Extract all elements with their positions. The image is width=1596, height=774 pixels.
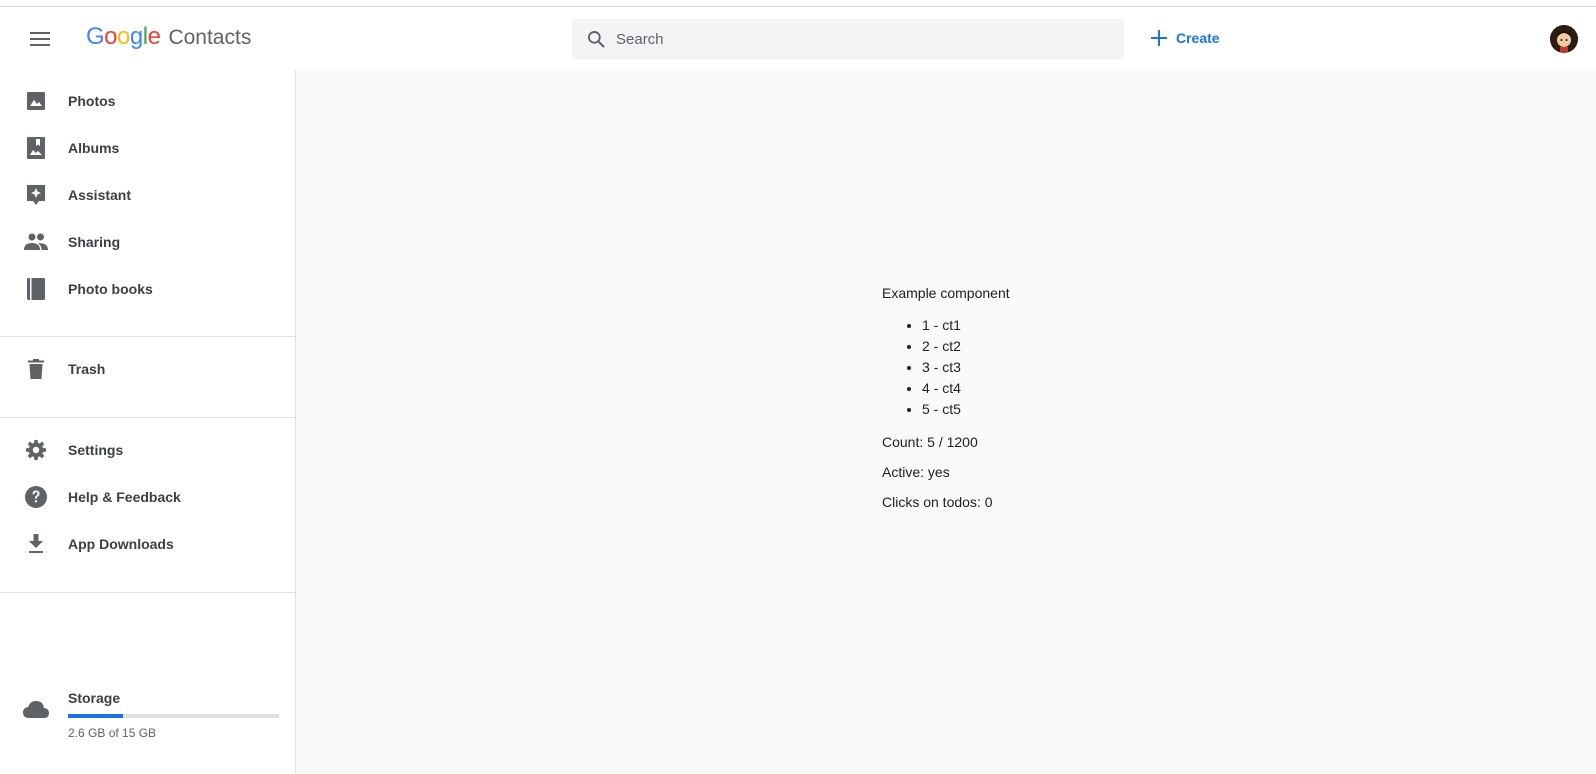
- trash-icon: [24, 357, 48, 381]
- main-content: Example component 1 - ct1 2 - ct2 3 - ct…: [296, 70, 1596, 774]
- sidebar-item-app-downloads[interactable]: App Downloads: [0, 524, 295, 564]
- todo-list: 1 - ct1 2 - ct2 3 - ct3 4 - ct4 5 - ct5: [922, 315, 1010, 420]
- example-component: Example component 1 - ct1 2 - ct2 3 - ct…: [882, 285, 1010, 524]
- cloud-icon: [23, 700, 49, 723]
- logo-letter: G: [86, 23, 105, 50]
- sidebar-item-help-feedback[interactable]: Help & Feedback: [0, 477, 295, 517]
- sidebar-item-assistant[interactable]: Assistant: [0, 175, 295, 215]
- search-icon: [588, 31, 605, 48]
- google-wordmark: Google: [86, 23, 161, 51]
- storage-progress-fill: [68, 714, 123, 718]
- sidebar-item-trash[interactable]: Trash: [0, 349, 295, 389]
- todo-count: Count: 5 / 1200: [882, 434, 978, 450]
- create-button[interactable]: Create: [1150, 19, 1220, 57]
- todo-item[interactable]: 1 - ct1: [922, 315, 1010, 336]
- search-bar[interactable]: [572, 19, 1124, 59]
- album-icon: [24, 136, 48, 160]
- sidebar-item-label: Albums: [68, 140, 120, 156]
- active-status: Active: yes: [882, 464, 950, 480]
- storage-panel[interactable]: Storage 2.6 GB of 15 GB: [0, 684, 295, 744]
- todo-item[interactable]: 3 - ct3: [922, 357, 1010, 378]
- app-header: Google Contacts Create: [0, 7, 1596, 70]
- storage-detail: 2.6 GB of 15 GB: [68, 726, 157, 740]
- product-name: Contacts: [168, 26, 252, 49]
- sidebar-item-sharing[interactable]: Sharing: [0, 222, 295, 262]
- sidebar-item-label: Settings: [68, 442, 124, 458]
- sidebar-item-photo-books[interactable]: Photo books: [0, 269, 295, 309]
- sidebar-item-label: App Downloads: [68, 536, 174, 552]
- logo-letter: g: [129, 23, 143, 50]
- sidebar-item-label: Assistant: [68, 187, 132, 203]
- sidebar-item-label: Trash: [68, 361, 106, 377]
- main-menu-button[interactable]: [24, 23, 56, 55]
- clicks-counter: Clicks on todos: 0: [882, 494, 993, 510]
- storage-title: Storage: [68, 690, 121, 706]
- photo-icon: [24, 89, 48, 113]
- plus-icon: [1151, 30, 1167, 46]
- sidebar-divider: [0, 417, 295, 418]
- todo-item[interactable]: 4 - ct4: [922, 378, 1010, 399]
- storage-progress-bar: [68, 714, 279, 718]
- logo-letter: e: [147, 23, 161, 50]
- logo-letter: o: [117, 23, 130, 50]
- avatar-image-icon: [1550, 25, 1578, 53]
- component-heading: Example component: [882, 285, 1010, 301]
- todo-item[interactable]: 5 - ct5: [922, 399, 1010, 420]
- todo-item[interactable]: 2 - ct2: [922, 336, 1010, 357]
- download-icon: [24, 532, 48, 556]
- sidebar-item-photos[interactable]: Photos: [0, 81, 295, 121]
- hamburger-menu-icon: [30, 32, 50, 46]
- logo-letter: o: [104, 23, 118, 50]
- create-label: Create: [1176, 30, 1220, 46]
- help-icon: [24, 485, 48, 509]
- app-logo[interactable]: Google Contacts: [86, 23, 251, 55]
- sidebar-item-settings[interactable]: Settings: [0, 430, 295, 470]
- sidebar-item-albums[interactable]: Albums: [0, 128, 295, 168]
- account-avatar[interactable]: [1550, 25, 1578, 53]
- gear-icon: [24, 438, 48, 462]
- people-icon: [24, 230, 48, 254]
- sidebar-item-label: Photos: [68, 93, 116, 109]
- sidebar-divider: [0, 592, 295, 593]
- sidebar: Photos Albums Assistant Sharing Photo bo…: [0, 70, 296, 774]
- book-icon: [24, 277, 48, 301]
- sidebar-item-label: Help & Feedback: [68, 489, 181, 505]
- assistant-icon: [24, 183, 48, 207]
- search-input[interactable]: [616, 30, 1096, 48]
- sidebar-item-label: Photo books: [68, 281, 153, 297]
- sidebar-item-label: Sharing: [68, 234, 121, 250]
- sidebar-divider: [0, 336, 295, 337]
